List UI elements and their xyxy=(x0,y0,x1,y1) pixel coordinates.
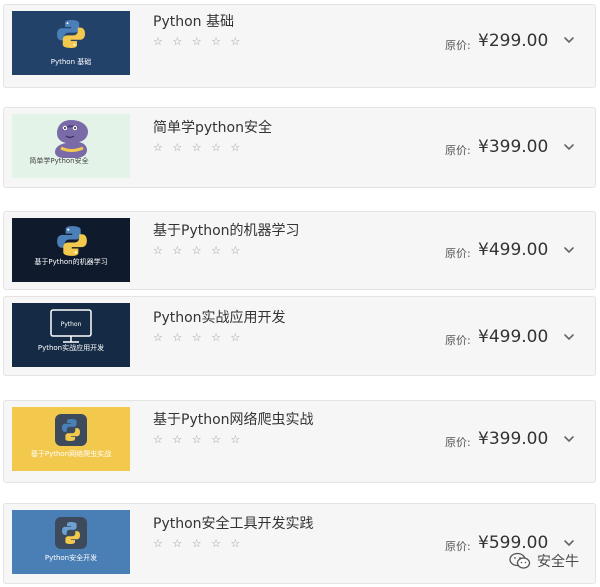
original-price-label: 原价: xyxy=(445,144,471,157)
course-thumbnail[interactable]: 简单学Python安全 xyxy=(12,114,130,178)
course-title[interactable]: 基于Python的机器学习 xyxy=(153,220,300,240)
wechat-icon xyxy=(509,552,531,569)
star-rating[interactable]: ☆ ☆ ☆ ☆ ☆ xyxy=(153,433,243,446)
course-card[interactable]: Python Python实战应用开发 Python实战应用开发 ☆ ☆ ☆ ☆… xyxy=(3,296,596,376)
thumbnail-caption: Python 基础 xyxy=(50,58,92,66)
course-card[interactable]: 基于Python的机器学习 基于Python的机器学习 ☆ ☆ ☆ ☆ ☆ 原价… xyxy=(3,211,596,290)
course-title[interactable]: 基于Python网络爬虫实战 xyxy=(153,409,314,429)
course-title[interactable]: 简单学python安全 xyxy=(153,117,272,137)
course-thumbnail[interactable]: Python 基础 xyxy=(12,11,130,75)
monitor-screen-text: Python xyxy=(61,321,82,328)
course-price: ¥499.00 xyxy=(478,240,549,260)
star-rating[interactable]: ☆ ☆ ☆ ☆ ☆ xyxy=(153,141,243,154)
chevron-down-icon[interactable] xyxy=(560,241,578,259)
chevron-down-icon[interactable] xyxy=(560,138,578,156)
course-thumbnail[interactable]: Python安全开发 xyxy=(12,510,130,574)
thumbnail-caption: Python安全开发 xyxy=(44,554,98,562)
course-card[interactable]: Python 基础 Python 基础 ☆ ☆ ☆ ☆ ☆ 原价: ¥299.0… xyxy=(3,4,596,88)
course-thumbnail[interactable]: Python Python实战应用开发 xyxy=(12,303,130,367)
course-card[interactable]: Python安全开发 Python安全工具开发实践 ☆ ☆ ☆ ☆ ☆ 原价: … xyxy=(3,503,596,584)
star-rating[interactable]: ☆ ☆ ☆ ☆ ☆ xyxy=(153,35,243,48)
original-price-label: 原价: xyxy=(445,436,471,449)
course-price: ¥399.00 xyxy=(478,137,549,157)
chevron-down-icon[interactable] xyxy=(560,328,578,346)
course-card[interactable]: 基于Python网络爬虫实战 基于Python网络爬虫实战 ☆ ☆ ☆ ☆ ☆ … xyxy=(3,400,596,483)
monitor-icon: Python xyxy=(50,309,92,343)
thumbnail-caption: Python实战应用开发 xyxy=(37,344,105,352)
course-title[interactable]: Python实战应用开发 xyxy=(153,307,286,327)
star-rating[interactable]: ☆ ☆ ☆ ☆ ☆ xyxy=(153,244,243,257)
python-badge-icon xyxy=(55,414,87,446)
course-price: ¥499.00 xyxy=(478,327,549,347)
course-price: ¥299.00 xyxy=(478,31,549,51)
thumbnail-caption: 基于Python的机器学习 xyxy=(34,258,108,266)
course-price: ¥399.00 xyxy=(478,429,549,449)
course-thumbnail[interactable]: 基于Python网络爬虫实战 xyxy=(12,407,130,471)
watermark-text: 安全牛 xyxy=(537,554,579,570)
python-snake-mascot-icon xyxy=(55,120,88,158)
star-rating[interactable]: ☆ ☆ ☆ ☆ ☆ xyxy=(153,331,243,344)
wechat-watermark: 安全牛 xyxy=(509,550,579,572)
python-badge-icon xyxy=(55,517,87,549)
original-price-label: 原价: xyxy=(445,540,471,553)
chevron-down-icon[interactable] xyxy=(560,31,578,49)
course-title[interactable]: Python 基础 xyxy=(153,11,234,31)
chevron-down-icon[interactable] xyxy=(560,430,578,448)
thumbnail-caption: 简单学Python安全 xyxy=(29,157,89,165)
star-rating[interactable]: ☆ ☆ ☆ ☆ ☆ xyxy=(153,537,243,550)
python-logo-icon xyxy=(57,226,87,256)
original-price-label: 原价: xyxy=(445,247,471,260)
python-logo-icon xyxy=(57,20,85,48)
thumbnail-caption: 基于Python网络爬虫实战 xyxy=(30,450,112,458)
course-card[interactable]: 简单学Python安全 简单学python安全 ☆ ☆ ☆ ☆ ☆ 原价: ¥3… xyxy=(3,107,596,188)
course-title[interactable]: Python安全工具开发实践 xyxy=(153,513,314,533)
course-thumbnail[interactable]: 基于Python的机器学习 xyxy=(12,218,130,282)
original-price-label: 原价: xyxy=(445,39,471,52)
original-price-label: 原价: xyxy=(445,334,471,347)
